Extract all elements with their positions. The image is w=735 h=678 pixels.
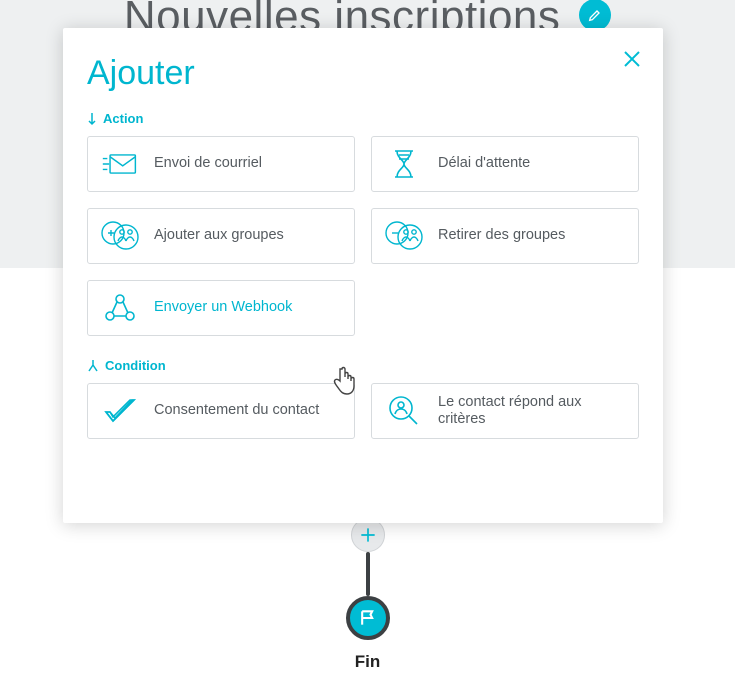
flow-end-node[interactable] bbox=[346, 596, 390, 640]
flow-connector bbox=[366, 552, 370, 596]
edit-icon[interactable] bbox=[579, 0, 611, 31]
option-remove-groups[interactable]: Retirer des groupes bbox=[371, 208, 639, 264]
option-criteria[interactable]: Le contact répond aux critères bbox=[371, 383, 639, 439]
search-contact-icon bbox=[384, 391, 424, 431]
option-label: Retirer des groupes bbox=[438, 227, 565, 244]
add-step-modal: Ajouter Action Envoi de courriel bbox=[63, 28, 663, 523]
option-label: Le contact répond aux critères bbox=[438, 394, 626, 429]
add-step-button[interactable] bbox=[351, 518, 385, 552]
option-label: Ajouter aux groupes bbox=[154, 227, 284, 244]
option-label: Délai d'attente bbox=[438, 155, 530, 172]
hourglass-icon bbox=[384, 144, 424, 184]
section-condition-header: Condition bbox=[87, 358, 639, 373]
mail-icon bbox=[100, 144, 140, 184]
workflow-canvas: Fin bbox=[0, 518, 735, 672]
option-delay[interactable]: Délai d'attente bbox=[371, 136, 639, 192]
groups-add-icon bbox=[100, 216, 140, 256]
close-button[interactable] bbox=[619, 46, 645, 72]
groups-remove-icon bbox=[384, 216, 424, 256]
option-label: Envoyer un Webhook bbox=[154, 299, 292, 316]
option-consent[interactable]: Consentement du contact bbox=[87, 383, 355, 439]
section-action-header: Action bbox=[87, 111, 639, 126]
flow-end-label: Fin bbox=[355, 652, 381, 672]
modal-title: Ajouter bbox=[87, 54, 639, 93]
option-label: Envoi de courriel bbox=[154, 155, 262, 172]
option-label: Consentement du contact bbox=[154, 402, 319, 419]
option-send-webhook[interactable]: Envoyer un Webhook bbox=[87, 280, 355, 336]
webhook-icon bbox=[100, 288, 140, 328]
option-add-groups[interactable]: Ajouter aux groupes bbox=[87, 208, 355, 264]
check-icon bbox=[100, 391, 140, 431]
option-send-email[interactable]: Envoi de courriel bbox=[87, 136, 355, 192]
section-condition-label: Condition bbox=[105, 358, 166, 373]
section-action-label: Action bbox=[103, 111, 143, 126]
